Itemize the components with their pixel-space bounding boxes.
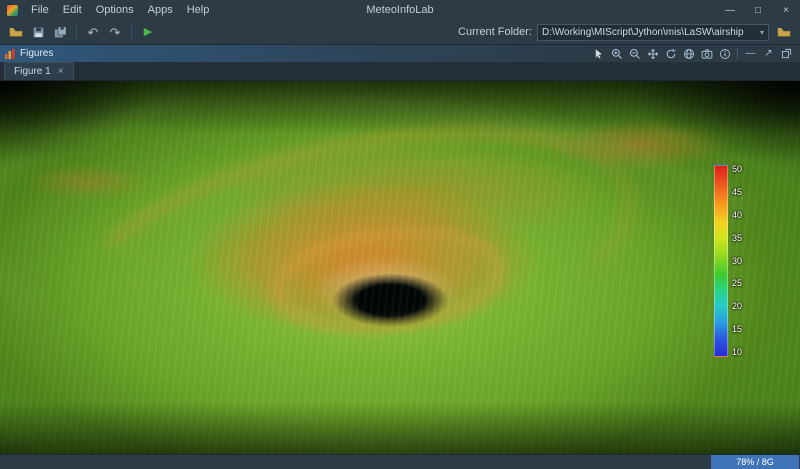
snapshot-camera-icon[interactable] xyxy=(698,46,715,61)
title-bar: File Edit Options Apps Help MeteoInfoLab… xyxy=(0,0,800,20)
figure-tab-bar: Figure 1 × xyxy=(0,62,800,81)
colorbar-tick: 15 xyxy=(732,325,742,334)
identify-info-icon[interactable] xyxy=(716,46,733,61)
figures-panel-title: Figures xyxy=(20,48,53,59)
colorbar-tick: 45 xyxy=(732,188,742,197)
minimize-button[interactable]: — xyxy=(716,0,744,20)
current-folder-path[interactable]: D:\Working\MIScript\Jython\mis\LaSW\airs… xyxy=(542,27,757,38)
toolbar-separator xyxy=(131,25,132,39)
colorbar-tick: 40 xyxy=(732,211,742,220)
cyclone-volume-rendering xyxy=(0,81,800,454)
figures-panel-header: Figures xyxy=(0,45,800,62)
redo-icon[interactable]: ↷ xyxy=(105,22,125,42)
current-folder-combobox[interactable]: D:\Working\MIScript\Jython\mis\LaSW\airs… xyxy=(537,24,769,41)
zoom-out-icon[interactable] xyxy=(626,46,643,61)
status-bar: 78% / 8G xyxy=(0,454,800,469)
menu-file[interactable]: File xyxy=(24,3,56,17)
app-window: File Edit Options Apps Help MeteoInfoLab… xyxy=(0,0,800,469)
tab-label: Figure 1 xyxy=(14,66,51,77)
main-toolbar: ↶ ↷ ▶ Current Folder: D:\Working\MIScrip… xyxy=(0,20,800,45)
panel-dock-icon[interactable] xyxy=(778,46,795,61)
colorbar: 50 45 40 35 30 25 20 15 10 xyxy=(714,165,742,357)
tab-figure-1[interactable]: Figure 1 × xyxy=(4,62,74,80)
close-button[interactable]: × xyxy=(772,0,800,20)
maximize-button[interactable]: □ xyxy=(744,0,772,20)
full-extent-globe-icon[interactable] xyxy=(680,46,697,61)
toolbar-separator xyxy=(76,25,77,39)
colorbar-gradient xyxy=(714,165,728,357)
save-all-icon[interactable] xyxy=(50,22,70,42)
select-cursor-icon[interactable] xyxy=(590,46,607,61)
browse-folder-icon[interactable] xyxy=(774,22,794,42)
figures-panel-icon xyxy=(5,49,15,59)
toolbar-separator xyxy=(737,48,738,59)
menu-edit[interactable]: Edit xyxy=(56,3,89,17)
menu-help[interactable]: Help xyxy=(180,3,217,17)
menu-options[interactable]: Options xyxy=(89,3,141,17)
colorbar-tick: 20 xyxy=(732,302,742,311)
save-icon[interactable] xyxy=(28,22,48,42)
current-folder-label: Current Folder: xyxy=(458,26,532,38)
colorbar-tick: 50 xyxy=(732,165,742,174)
colorbar-tick: 10 xyxy=(732,348,742,357)
colorbar-ticks: 50 45 40 35 30 25 20 15 10 xyxy=(732,165,742,357)
menu-apps[interactable]: Apps xyxy=(141,3,180,17)
app-logo-icon xyxy=(7,5,18,16)
panel-minimize-icon[interactable]: — xyxy=(742,46,759,61)
pan-icon[interactable] xyxy=(644,46,661,61)
chevron-down-icon[interactable]: ▾ xyxy=(760,28,764,37)
open-folder-icon[interactable] xyxy=(6,22,26,42)
run-script-icon[interactable]: ▶ xyxy=(138,22,158,42)
memory-usage-indicator[interactable]: 78% / 8G xyxy=(711,455,799,469)
colorbar-tick: 35 xyxy=(732,234,742,243)
rotate-icon[interactable] xyxy=(662,46,679,61)
colorbar-tick: 30 xyxy=(732,257,742,266)
tab-close-icon[interactable]: × xyxy=(58,66,64,77)
colorbar-tick: 25 xyxy=(732,279,742,288)
figure-canvas[interactable]: 50 45 40 35 30 25 20 15 10 xyxy=(0,81,800,454)
undo-icon[interactable]: ↶ xyxy=(83,22,103,42)
zoom-in-icon[interactable] xyxy=(608,46,625,61)
panel-float-icon[interactable]: ↗ xyxy=(760,46,777,61)
